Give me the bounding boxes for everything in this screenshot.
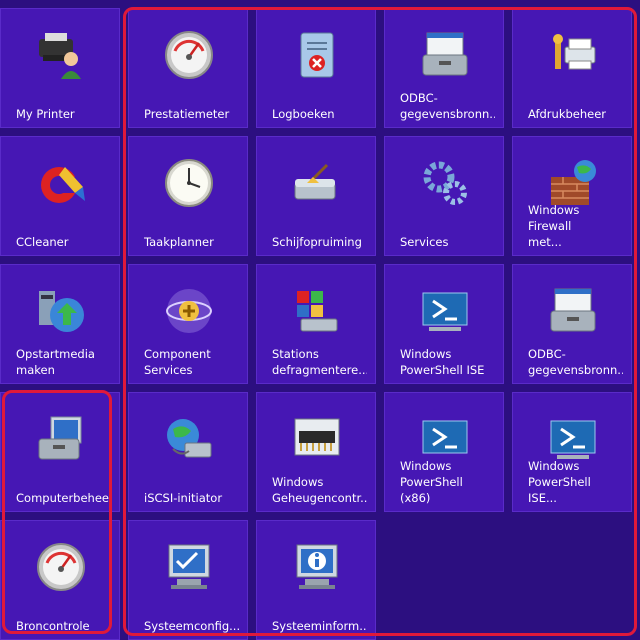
tile-label: Computerbeheer <box>16 491 111 505</box>
tile-odbc-2[interactable]: ODBC- gegevensbronn... <box>512 264 632 384</box>
tile-powershell-ise-x86[interactable]: Windows PowerShell ISE... <box>512 392 632 512</box>
computer-management-icon <box>38 416 82 460</box>
ccleaner-icon <box>41 167 85 203</box>
tile-odbc-1[interactable]: ODBC- gegevensbronn... <box>384 8 504 128</box>
tile-label: Systeeminform... <box>272 619 367 633</box>
odbc-toolbox-icon <box>550 288 596 332</box>
boot-media-icon <box>39 291 84 332</box>
event-log-icon <box>300 32 334 78</box>
tile-services[interactable]: Services <box>384 136 504 256</box>
tile-geheugen[interactable]: Windows Geheugencontr... <box>256 392 376 512</box>
tile-logboeken[interactable]: Logboeken <box>256 8 376 128</box>
tile-systeeminform[interactable]: Systeeminform... <box>256 520 376 640</box>
component-services-icon <box>166 289 212 333</box>
tile-label: Component Services <box>144 347 211 377</box>
tile-computerbeheer[interactable]: Computerbeheer <box>0 392 120 512</box>
tile-iscsi[interactable]: iSCSI-initiator <box>128 392 248 512</box>
tile-label: Logboeken <box>272 107 335 121</box>
gauge-icon <box>37 543 85 591</box>
tile-stations-defrag[interactable]: Stations defragmentere... <box>256 264 376 384</box>
disk-cleanup-icon <box>294 163 336 200</box>
defrag-icon <box>297 291 338 332</box>
start-screen-tile-grid: My Printer CCleaner Opstartmedia maken C… <box>0 0 640 640</box>
print-management-icon <box>553 34 596 70</box>
tile-label: iSCSI-initiator <box>144 491 223 505</box>
tile-label: Stations defragmentere... <box>272 347 367 377</box>
tile-label: Opstartmedia maken <box>16 347 95 377</box>
tile-broncontrole[interactable]: Broncontrole <box>0 520 120 640</box>
tile-label: ODBC- gegevensbronn... <box>528 347 623 377</box>
tile-ccleaner[interactable]: CCleaner <box>0 136 120 256</box>
gears-icon <box>423 161 467 205</box>
tile-label: Prestatiemeter <box>144 107 230 121</box>
tile-label: Windows PowerShell ISE <box>400 347 485 377</box>
tile-component-services[interactable]: Component Services <box>128 264 248 384</box>
tile-label: ODBC- gegevensbronn... <box>400 91 495 121</box>
tile-firewall[interactable]: Windows Firewall met... <box>512 136 632 256</box>
tile-label: Windows Firewall met... <box>528 203 580 249</box>
tile-label: Afdrukbeheer <box>528 107 607 121</box>
iscsi-globe-icon <box>167 419 212 458</box>
memory-chip-icon <box>294 418 340 456</box>
powershell-icon <box>422 292 468 331</box>
tile-powershell-ise[interactable]: Windows PowerShell ISE <box>384 264 504 384</box>
tile-opstartmedia[interactable]: Opstartmedia maken <box>0 264 120 384</box>
tile-taakplanner[interactable]: Taakplanner <box>128 136 248 256</box>
clock-icon <box>165 159 213 207</box>
system-config-icon <box>168 544 210 589</box>
odbc-toolbox-icon <box>422 32 468 76</box>
tile-label: Schijfopruiming <box>272 235 362 249</box>
tile-prestatiemeter[interactable]: Prestatiemeter <box>128 8 248 128</box>
tile-my-printer[interactable]: My Printer <box>0 8 120 128</box>
tile-systeemconfig[interactable]: Systeemconfig... <box>128 520 248 640</box>
printer-user-icon <box>39 33 81 79</box>
tile-label: Services <box>400 235 449 249</box>
tile-label: Broncontrole <box>16 619 90 633</box>
tile-label: Windows PowerShell ISE... <box>528 459 591 505</box>
tile-label: Windows Geheugencontr... <box>272 475 367 505</box>
tile-label: My Printer <box>16 107 75 121</box>
tile-label: Windows PowerShell (x86) <box>400 459 463 505</box>
tile-powershell-x86[interactable]: Windows PowerShell (x86) <box>384 392 504 512</box>
tile-schijfopruiming[interactable]: Schijfopruiming <box>256 136 376 256</box>
system-info-icon <box>296 544 338 589</box>
tile-label: Systeemconfig... <box>144 619 239 633</box>
tile-afdrukbeheer[interactable]: Afdrukbeheer <box>512 8 632 128</box>
tile-label: CCleaner <box>16 235 69 249</box>
gauge-icon <box>165 31 213 79</box>
tile-label: Taakplanner <box>144 235 214 249</box>
